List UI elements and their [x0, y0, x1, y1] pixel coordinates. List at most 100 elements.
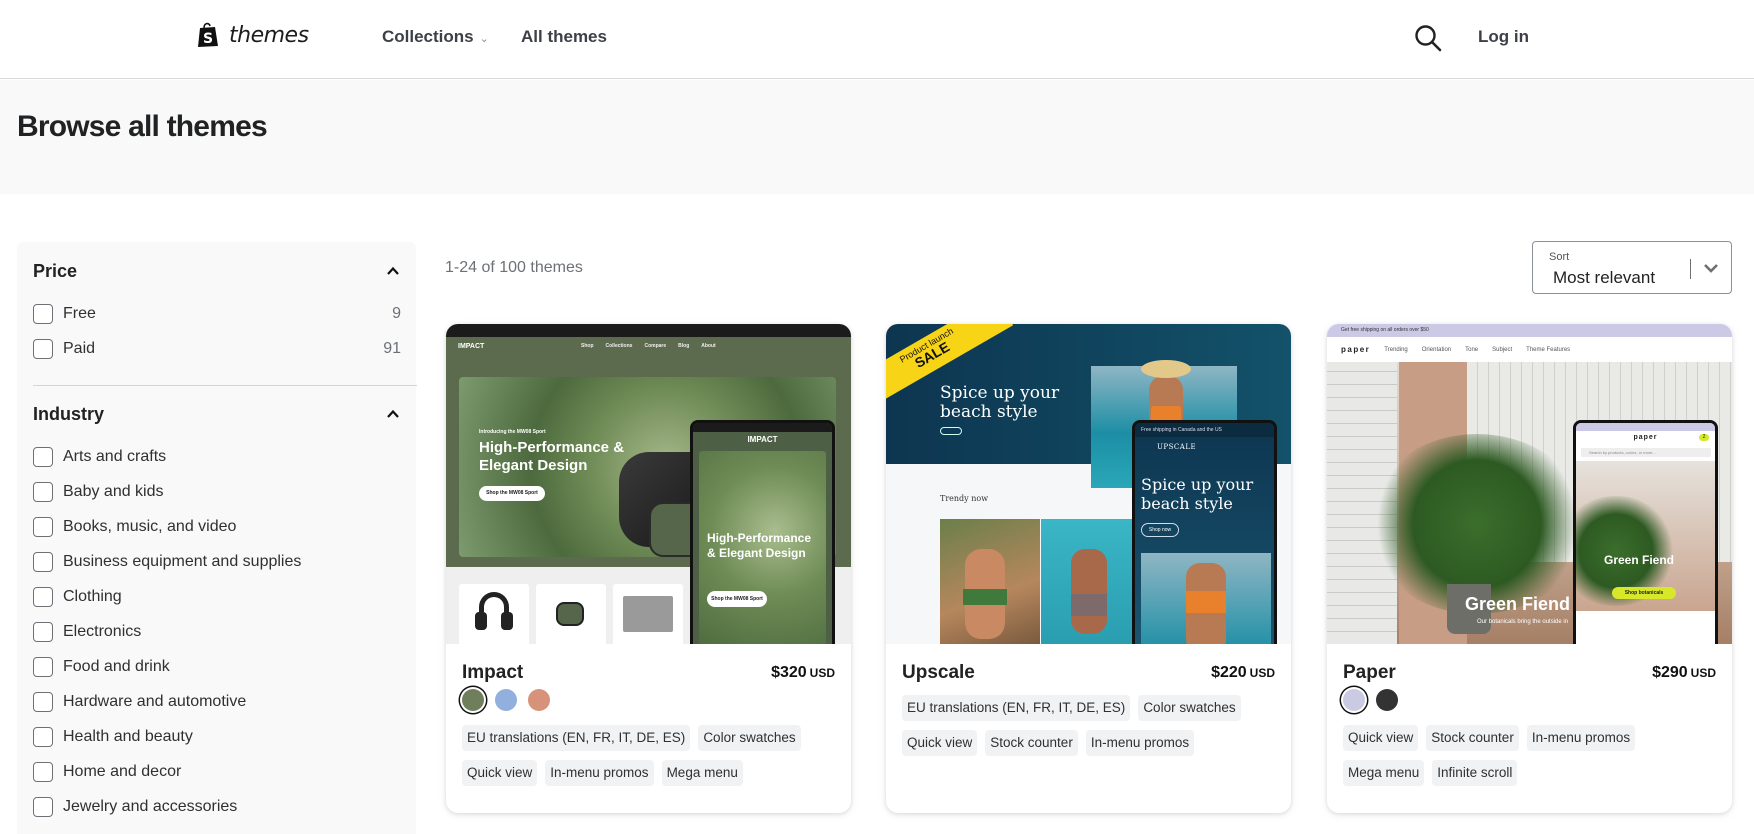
sort-select[interactable]: Sort Most relevant — [1532, 241, 1732, 294]
filter-option-industry[interactable]: Health and beauty — [33, 719, 401, 754]
option-label: Jewelry and accessories — [63, 797, 238, 815]
title-band: Browse all themes — [0, 80, 1754, 194]
color-swatch[interactable] — [495, 689, 517, 711]
filter-option-industry[interactable]: Books, music, and video — [33, 509, 401, 544]
filter-price-title: Price — [33, 260, 78, 281]
feature-tags: Quick view Stock counter In-menu promos Meg… — [1343, 725, 1723, 786]
filter-option-industry[interactable]: Arts and crafts — [33, 439, 401, 474]
checkbox[interactable] — [33, 761, 53, 782]
login-link[interactable]: Log in — [1478, 27, 1529, 47]
page-title: Browse all themes — [17, 110, 268, 143]
checkbox[interactable] — [33, 303, 53, 324]
price-currency: USD — [809, 666, 835, 680]
filter-industry: Industry Arts and crafts Baby and kids Boo… — [33, 399, 401, 824]
feature-tag: Stock counter — [985, 730, 1078, 756]
filter-option-industry[interactable]: Jewelry and accessories — [33, 789, 401, 824]
checkbox[interactable] — [33, 446, 53, 467]
checkbox[interactable] — [33, 726, 53, 747]
chevron-up-icon — [387, 266, 399, 275]
filter-price-toggle[interactable]: Price — [33, 256, 401, 286]
nav-collections[interactable]: Collections ⌄ — [382, 27, 489, 47]
price-amount: $290 — [1652, 664, 1688, 681]
preview-headline: High-Performance & Elegant Design — [479, 439, 625, 474]
preview-mobile-cta: Shop botanicals — [1612, 587, 1676, 599]
nav-all-themes[interactable]: All themes — [521, 27, 607, 47]
preview-section-title: Trendy now — [940, 494, 989, 503]
theme-name[interactable]: Impact — [462, 662, 523, 684]
shopify-bag-icon: S — [198, 22, 218, 47]
filter-option-industry[interactable]: Clothing — [33, 579, 401, 614]
theme-price: $220 USD — [1211, 664, 1275, 682]
preview-nav-item: Shop — [581, 343, 594, 349]
preview-mobile-mockup: Free shipping in Canada and the US UPSCA… — [1132, 420, 1277, 644]
theme-price: $320 USD — [771, 664, 835, 682]
feature-tags: EU translations (EN, FR, IT, DE, ES) Colo… — [462, 725, 842, 786]
theme-preview-image[interactable]: Spice up your beach style Trendy now Fre… — [886, 324, 1291, 644]
color-swatch[interactable] — [1343, 689, 1365, 711]
option-count: 91 — [383, 339, 401, 357]
filter-option-industry[interactable]: Hardware and automotive — [33, 684, 401, 719]
preview-nav-item: Orientation — [1421, 346, 1452, 353]
filter-option-industry[interactable]: Baby and kids — [33, 474, 401, 509]
preview-nav-item: Subject — [1492, 346, 1513, 353]
filter-option-industry[interactable]: Food and drink — [33, 649, 401, 684]
color-swatches — [1343, 689, 1398, 711]
theme-card-paper[interactable]: Green Fiend Our botanicals bring the out… — [1327, 324, 1732, 813]
chevron-down-icon: ⌄ — [479, 32, 489, 45]
filter-option-free[interactable]: Free 9 — [33, 296, 401, 331]
feature-tag: Mega menu — [1343, 760, 1425, 786]
nav-collections-label: Collections — [382, 27, 474, 46]
checkbox[interactable] — [33, 691, 53, 712]
chevron-up-icon — [387, 409, 399, 418]
checkbox[interactable] — [33, 481, 53, 502]
sort-value: Most relevant — [1553, 268, 1656, 287]
preview-nav-item: Tone — [1465, 346, 1479, 353]
feature-tag: EU translations (EN, FR, IT, DE, ES) — [902, 695, 1131, 721]
feature-tag: Quick view — [462, 760, 538, 786]
theme-card-upscale[interactable]: Spice up your beach style Trendy now Fre… — [886, 324, 1291, 813]
preview-product-speakers — [613, 584, 683, 644]
preview-mobile-mockup: IMPACT High-Performance & Elegant Design… — [690, 420, 835, 644]
theme-name[interactable]: Paper — [1343, 662, 1396, 684]
preview-mobile-cta: Shop the MW08 Sport — [707, 591, 767, 607]
color-swatch[interactable] — [1376, 689, 1398, 711]
preview-nav-item: Theme Features — [1526, 346, 1571, 353]
option-label: Food and drink — [63, 657, 170, 675]
checkbox[interactable] — [33, 586, 53, 607]
checkbox[interactable] — [33, 656, 53, 677]
shopify-themes-logo[interactable]: S themes — [197, 22, 309, 48]
filter-industry-toggle[interactable]: Industry — [33, 399, 401, 429]
filter-option-paid[interactable]: Paid 91 — [33, 331, 401, 366]
theme-name[interactable]: Upscale — [902, 662, 975, 684]
checkbox[interactable] — [33, 338, 53, 359]
option-label: Clothing — [63, 587, 122, 605]
checkbox[interactable] — [33, 621, 53, 642]
preview-search-field: Search by products, colors, or more... — [1581, 448, 1711, 457]
chevron-down-icon — [1704, 264, 1718, 273]
cart-count-badge: 2 — [1699, 434, 1709, 441]
filter-option-industry[interactable]: Home and decor — [33, 754, 401, 789]
preview-product-headphones — [459, 584, 529, 644]
color-swatch[interactable] — [528, 689, 550, 711]
theme-preview-image[interactable]: Green Fiend Our botanicals bring the out… — [1327, 324, 1732, 644]
theme-preview-image[interactable]: IMPACT Shop Collections Compare Blog Abo… — [446, 324, 851, 644]
preview-product-photo-1 — [940, 519, 1040, 644]
theme-card-impact[interactable]: IMPACT Shop Collections Compare Blog Abo… — [446, 324, 851, 813]
preview-product-photo-2 — [1041, 519, 1136, 644]
feature-tag: Color swatches — [698, 725, 801, 751]
industry-options: Arts and crafts Baby and kids Books, music… — [33, 439, 401, 824]
preview-product-earphones — [536, 584, 606, 644]
filter-divider — [33, 385, 417, 386]
preview-headline: Green Fiend — [1465, 594, 1571, 614]
checkbox[interactable] — [33, 551, 53, 572]
preview-mobile-brand: UPSCALE — [1157, 443, 1197, 451]
checkbox[interactable] — [33, 516, 53, 537]
preview-mobile-headline: Green Fiend — [1604, 553, 1675, 567]
search-button[interactable] — [1413, 23, 1443, 53]
filter-option-industry[interactable]: Electronics — [33, 614, 401, 649]
color-swatch[interactable] — [462, 689, 484, 711]
preview-announcement-bar: Get free shipping on all orders over $50 — [1327, 324, 1732, 337]
checkbox[interactable] — [33, 796, 53, 817]
preview-nav-item: Collections — [605, 343, 633, 349]
filter-option-industry[interactable]: Business equipment and supplies — [33, 544, 401, 579]
